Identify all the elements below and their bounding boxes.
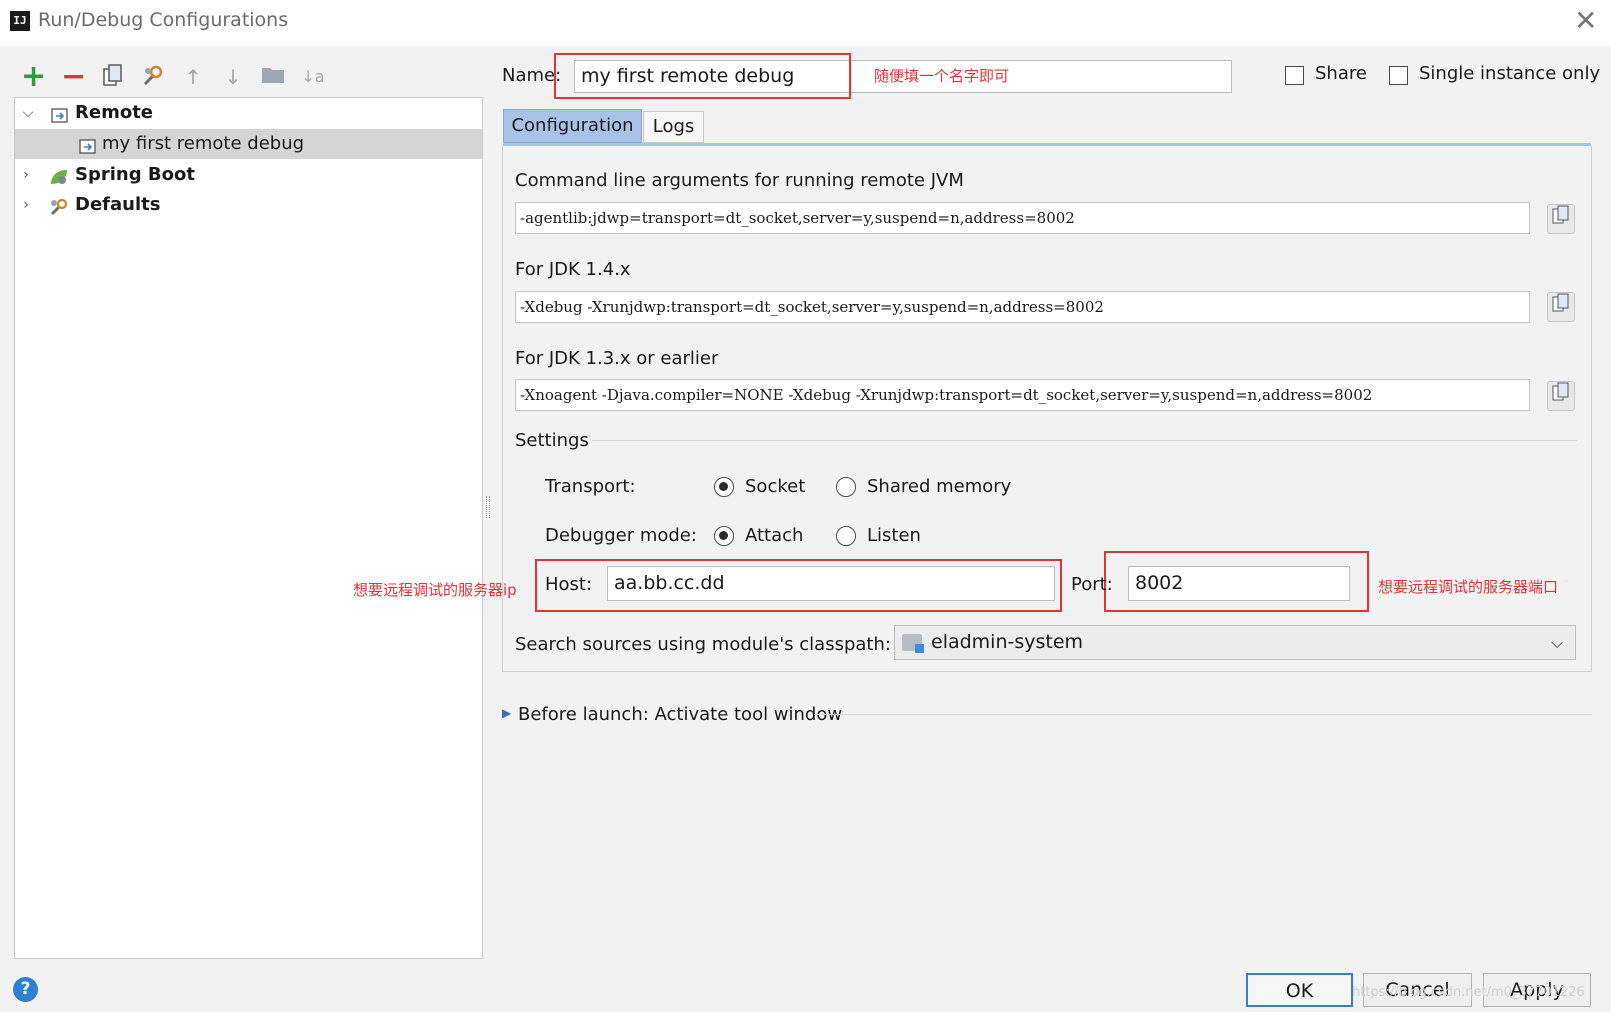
defaults-wrench-icon [49,196,68,214]
before-launch-divider [814,714,1592,715]
single-instance-checkbox[interactable] [1389,66,1408,85]
tree-item-label: Remote [75,98,153,128]
settings-label: Settings [515,430,589,451]
module-folder-icon [902,634,922,651]
transport-label: Transport: [545,476,636,497]
chevron-down-icon[interactable]: ⌵ [20,98,36,128]
remote-config-icon [79,135,98,153]
tab-logs[interactable]: Logs [643,111,704,143]
socket-label[interactable]: Socket [745,476,805,497]
chevron-right-icon[interactable]: › [18,190,34,220]
help-icon[interactable]: ? [13,977,38,1002]
tree-item-label: Spring Boot [75,160,195,190]
name-label: Name: [502,65,561,86]
move-up-icon[interactable]: ↑ [181,64,205,90]
window-title: Run/Debug Configurations [38,9,288,31]
copy-jdk13-button[interactable] [1547,381,1575,411]
title-bar: IJ Run/Debug Configurations ✕ [0,0,1611,46]
socket-radio[interactable] [714,477,734,497]
close-icon[interactable]: ✕ [1574,6,1597,36]
copy-configuration-icon[interactable] [101,64,125,90]
copy-icon [1552,382,1570,402]
ok-button[interactable]: OK [1246,973,1353,1007]
module-select[interactable]: eladmin-system [894,625,1576,660]
before-launch-label[interactable]: Before launch: Activate tool window [518,704,842,725]
chevron-right-icon[interactable]: › [18,160,34,190]
edit-defaults-wrench-icon[interactable] [141,64,165,90]
chevron-down-icon[interactable]: ⌵ [1551,628,1563,658]
tree-item-remote[interactable]: ⌵ Remote [15,98,482,128]
tab-configuration[interactable]: Configuration [503,109,642,143]
add-configuration-button[interactable]: + [21,64,45,90]
name-annotation-box [554,53,851,99]
share-checkbox[interactable] [1285,66,1304,85]
jdk14-label: For JDK 1.4.x [515,259,631,280]
splitter-handle[interactable] [486,496,490,518]
port-annotation: 想要远程调试的服务器端口 [1378,576,1558,597]
copy-cmd-args-button[interactable] [1547,204,1575,234]
attach-radio[interactable] [714,526,734,546]
host-input[interactable]: aa.bb.cc.dd [607,566,1055,601]
tree-item-label: my first remote debug [102,129,304,159]
cmd-args-label: Command line arguments for running remot… [515,170,964,191]
listen-label[interactable]: Listen [867,525,921,546]
spring-boot-icon [49,166,68,184]
remote-icon [51,104,70,122]
intellij-logo-icon: IJ [10,11,30,31]
tree-item-label: Defaults [75,190,160,220]
expand-arrow-icon[interactable]: ▶ [502,706,511,720]
share-label[interactable]: Share [1315,63,1367,84]
shared-memory-label[interactable]: Shared memory [867,476,1011,497]
module-classpath-label: Search sources using module's classpath: [515,634,891,655]
jdk14-field[interactable]: -Xdebug -Xrunjdwp:transport=dt_socket,se… [515,291,1530,323]
remove-configuration-button[interactable]: − [61,64,85,90]
host-label: Host: [545,574,592,595]
move-down-icon[interactable]: ↓ [221,64,245,90]
copy-icon [1552,205,1570,225]
copy-icon [1552,293,1570,313]
single-instance-label[interactable]: Single instance only [1419,63,1600,84]
folder-icon[interactable] [261,64,285,90]
cmd-args-field[interactable]: -agentlib:jdwp=transport=dt_socket,serve… [515,202,1530,234]
sort-icon[interactable]: ↓a [301,64,325,90]
watermark-text: https://blog.csdn.net/m0_37701226 [1352,985,1585,1000]
listen-radio[interactable] [836,526,856,546]
attach-label[interactable]: Attach [745,525,803,546]
debugger-mode-label: Debugger mode: [545,525,697,546]
settings-divider [592,440,1577,441]
tree-item-my-first-remote-debug[interactable]: my first remote debug [15,129,482,159]
shared-memory-radio[interactable] [836,477,856,497]
port-input[interactable]: 8002 [1128,566,1350,601]
copy-jdk14-button[interactable] [1547,292,1575,322]
host-annotation: 想要远程调试的服务器ip [353,579,517,600]
tree-item-defaults[interactable]: › Defaults [15,190,482,220]
jdk13-label: For JDK 1.3.x or earlier [515,348,718,369]
configuration-tree: ⌵ Remote my first remote debug › Spring … [14,97,483,959]
jdk13-field[interactable]: -Xnoagent -Djava.compiler=NONE -Xdebug -… [515,379,1530,411]
port-label: Port: [1071,574,1113,595]
tree-item-spring-boot[interactable]: › Spring Boot [15,160,482,190]
name-annotation: 随便填一个名字即可 [874,65,1009,86]
